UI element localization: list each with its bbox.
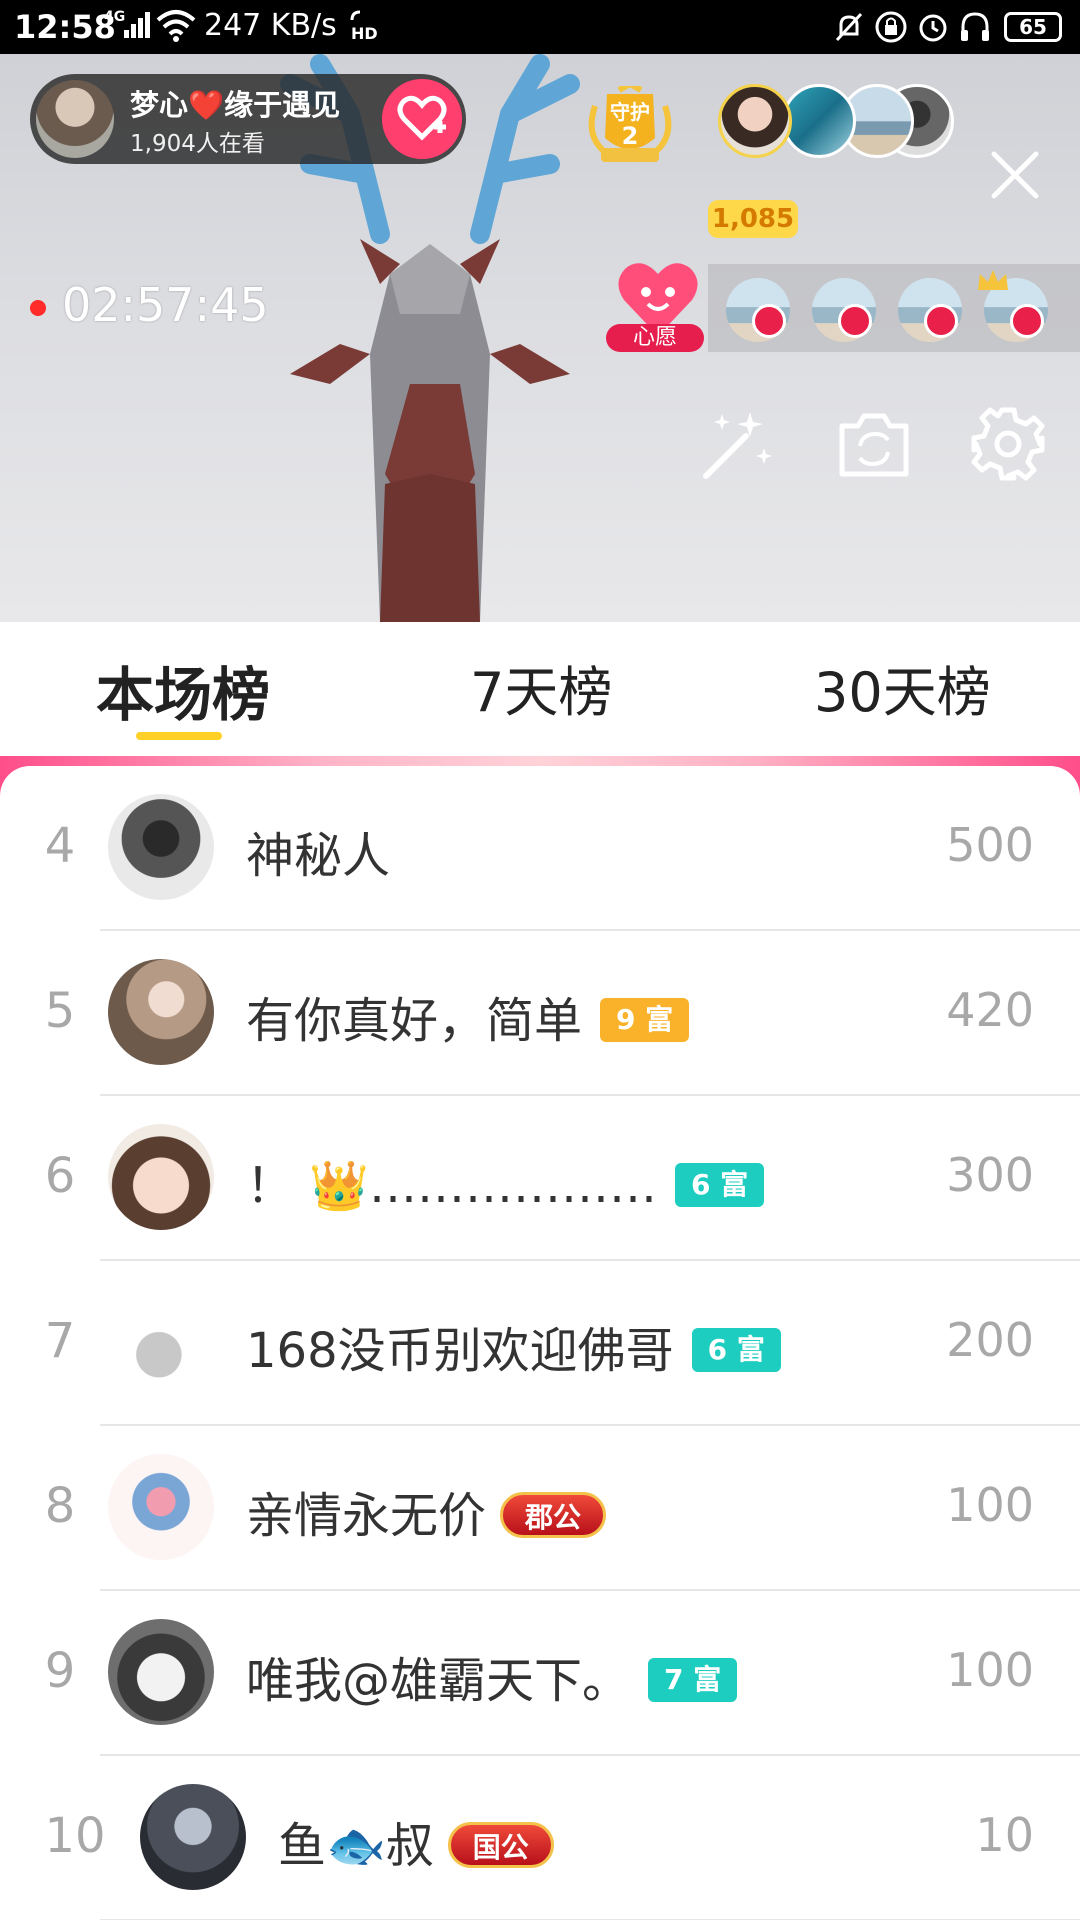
noble-title-badge: 国公 (447, 1822, 554, 1868)
ranking-row[interactable]: 8 亲情永无价 郡公 100 (0, 1426, 1080, 1591)
contribution-score: 100 (946, 1478, 1034, 1532)
seat-badge-icon (838, 304, 872, 338)
live-video[interactable]: 梦心❤️缘于遇见 1,904人在看 守护 2 1,085 02:57:45 心愿 (0, 54, 1080, 622)
network-speed: 247 KB/s (204, 8, 337, 43)
seat-badge-icon (1010, 304, 1044, 338)
contribution-score: 200 (946, 1313, 1034, 1367)
ranking-tabs: 本场榜 7天榜 30天榜 (0, 622, 1080, 762)
wifi-icon (156, 10, 196, 42)
user-name: 唯我@雄霸天下。 7 富 (246, 1641, 738, 1711)
live-dot-icon (30, 300, 46, 316)
contribution-score: 420 (946, 983, 1034, 1037)
contribution-score: 300 (946, 1148, 1034, 1202)
host-name: 梦心❤️缘于遇见 (130, 88, 341, 122)
tab-30-days[interactable]: 30天榜 (814, 648, 991, 727)
ranking-row[interactable]: 10 鱼🐟叔 国公 10 (0, 1756, 1080, 1920)
rank-number: 9 (44, 1643, 76, 1699)
tab-indicator (136, 732, 222, 740)
wealth-level-badge: 6 富 (675, 1163, 765, 1207)
signal-icon (124, 12, 150, 38)
user-avatar[interactable] (108, 959, 214, 1065)
headphones-icon (961, 12, 989, 41)
camera-switch-icon[interactable] (834, 404, 914, 484)
user-name: ！ 👑……………… 6 富 (246, 1146, 765, 1216)
tab-this-session[interactable]: 本场榜 (96, 648, 270, 732)
svg-text:HD: HD (351, 24, 378, 42)
follow-heart-button[interactable] (382, 79, 462, 159)
seat-avatar[interactable] (726, 278, 790, 342)
ranking-row[interactable]: 6 ！ 👑……………… 6 富 300 (0, 1096, 1080, 1261)
user-avatar[interactable] (108, 1619, 214, 1725)
user-name: 神秘人 (246, 828, 391, 884)
audience-count-badge[interactable]: 1,085 (708, 200, 798, 238)
wealth-level-badge: 6 富 (691, 1328, 781, 1372)
rank-number: 5 (44, 983, 76, 1039)
rank-number: 6 (44, 1148, 76, 1204)
alarm-icon (919, 14, 947, 42)
user-avatar[interactable] (108, 1289, 214, 1395)
ranking-row[interactable]: 7 168没币别欢迎佛哥 6 富 200 (0, 1261, 1080, 1426)
host-info-pill[interactable]: 梦心❤️缘于遇见 1,904人在看 (30, 74, 466, 164)
ranking-row[interactable]: 5 有你真好，简单 9 富 420 (0, 931, 1080, 1096)
contribution-score: 10 (975, 1808, 1034, 1862)
magic-wand-icon[interactable] (698, 404, 778, 484)
contribution-score: 100 (946, 1643, 1034, 1697)
user-name: 鱼🐟叔 国公 (278, 1806, 554, 1876)
user-name: 亲情永无价 郡公 (246, 1476, 607, 1546)
battery-indicator: 65 (1004, 12, 1062, 42)
seat-avatar[interactable] (812, 278, 876, 342)
audience-avatar[interactable] (782, 84, 856, 158)
seat-badge-icon (924, 304, 958, 338)
rotation-lock-icon (875, 11, 907, 43)
rank-number: 4 (44, 818, 76, 874)
rank-number: 7 (44, 1313, 76, 1369)
rank-number: 8 (44, 1478, 76, 1534)
status-time: 12:58 (14, 8, 116, 46)
user-avatar[interactable] (140, 1784, 246, 1890)
guard-badge[interactable]: 守护 2 (585, 86, 675, 166)
host-avatar[interactable] (36, 80, 114, 158)
seat-avatar[interactable] (898, 278, 962, 342)
user-name: 有你真好，简单 9 富 (246, 981, 690, 1051)
user-avatar[interactable] (108, 794, 214, 900)
audience-avatar-top[interactable] (718, 84, 792, 158)
user-avatar[interactable] (108, 1124, 214, 1230)
rank-number: 10 (44, 1808, 106, 1864)
close-icon[interactable] (990, 150, 1040, 200)
wish-label[interactable]: 心愿 (606, 324, 704, 352)
hd-call-icon: HD (350, 10, 378, 42)
live-timer: 02:57:45 (62, 278, 269, 332)
wealth-level-badge: 7 富 (648, 1658, 738, 1702)
ranking-row[interactable]: 4 神秘人 500 (0, 766, 1080, 931)
guard-count: 2 (621, 122, 639, 150)
mute-bell-icon (835, 12, 863, 42)
tab-7-days[interactable]: 7天榜 (470, 648, 612, 727)
crown-icon (978, 270, 1008, 290)
gear-icon[interactable] (968, 404, 1048, 484)
user-name: 168没币别欢迎佛哥 6 富 (246, 1311, 781, 1381)
guard-label: 守护 (610, 100, 650, 124)
user-avatar[interactable] (108, 1454, 214, 1560)
noble-title-badge: 郡公 (500, 1492, 607, 1538)
ranking-row[interactable]: 9 唯我@雄霸天下。 7 富 100 (0, 1591, 1080, 1756)
status-bar: 12:58 4G 247 KB/s HD 65 (0, 0, 1080, 54)
viewer-count-text: 1,904人在看 (130, 131, 265, 157)
ranking-list: 4 神秘人 500 5 有你真好，简单 9 富 420 6 ！ 👑……………… 6 … (0, 766, 1080, 1920)
seat-badge-icon (752, 304, 786, 338)
wealth-level-badge: 9 富 (600, 998, 690, 1042)
contribution-score: 500 (946, 818, 1034, 872)
